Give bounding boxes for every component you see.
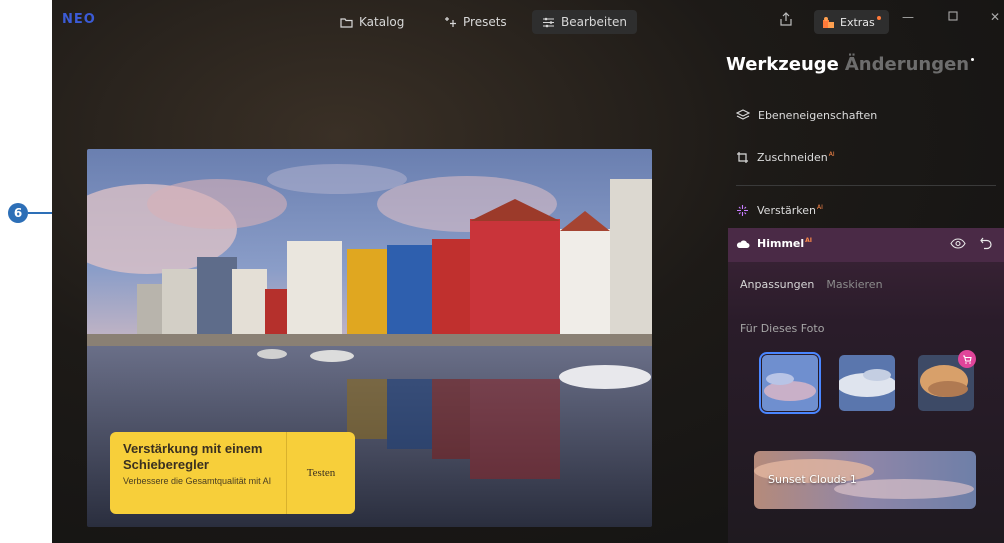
reset-icon[interactable] <box>980 237 992 250</box>
sky-label: Himmel <box>757 237 805 250</box>
promo-description: Verbessere die Gesamtqualität mit AI <box>123 476 272 486</box>
sky-section: HimmelAI Anpassungen Maskieren Für Diese… <box>728 228 1004 543</box>
nav-edit[interactable]: Bearbeiten <box>532 10 637 34</box>
ai-badge: AI <box>817 203 823 211</box>
nav-catalog[interactable]: Katalog <box>330 10 414 34</box>
tab-changes[interactable]: Änderungen <box>845 54 969 75</box>
tab-masking[interactable]: Maskieren <box>826 278 882 291</box>
cloud-icon <box>736 240 750 248</box>
tool-crop-label: Zuschneiden <box>757 150 828 164</box>
nav-catalog-label: Katalog <box>359 15 405 29</box>
layers-icon <box>736 108 750 120</box>
sky-tabs: Anpassungen Maskieren <box>740 278 883 291</box>
extras-label: Extras <box>840 15 875 29</box>
cart-icon <box>963 354 972 364</box>
promo-card: Verstärkung mit einem Schieberegler Verb… <box>110 432 355 514</box>
ai-badge: AI <box>805 237 813 244</box>
tool-crop[interactable]: ZuschneidenAI <box>736 147 835 167</box>
sky-header[interactable]: HimmelAI <box>728 228 1004 262</box>
tab-tools[interactable]: Werkzeuge <box>726 54 839 75</box>
ai-badge: AI <box>828 150 835 158</box>
app-window: NEO Katalog Presets Bearbeiten Extras — … <box>52 0 1004 543</box>
tab-adjustments[interactable]: Anpassungen <box>740 278 814 291</box>
close-icon[interactable]: ✕ <box>990 10 1000 24</box>
eye-icon[interactable] <box>950 238 966 249</box>
share-icon[interactable] <box>780 12 792 29</box>
nav-presets[interactable]: Presets <box>434 10 517 34</box>
tools-panel: Werkzeuge Änderungen Ebeneneigenschaften … <box>726 44 1004 543</box>
puzzle-icon <box>823 16 834 28</box>
crop-icon <box>737 151 748 163</box>
sparkle-icon <box>445 17 456 27</box>
promo-title: Verstärkung mit einem Schieberegler <box>123 441 263 472</box>
nav-presets-label[interactable]: Presets <box>463 15 507 29</box>
sky-preset-label: Sunset Clouds 1 <box>768 473 857 486</box>
maximize-icon[interactable] <box>948 10 958 24</box>
minimize-icon[interactable]: — <box>902 10 914 24</box>
nav-edit-label: Bearbeiten <box>561 15 627 29</box>
extras-button[interactable]: Extras <box>814 10 889 34</box>
shop-badge <box>958 350 976 368</box>
callout-number-text: 6 <box>13 206 23 220</box>
tool-enhance[interactable]: VerstärkenAI <box>736 200 823 220</box>
promo-test-label: Testen <box>306 467 336 479</box>
notification-dot <box>876 16 881 20</box>
tool-layer-properties-label: Ebeneneigenschaften <box>758 108 878 122</box>
promo-test-button[interactable]: Testen <box>286 432 355 514</box>
tool-layer-properties[interactable]: Ebeneneigenschaften <box>736 105 877 125</box>
top-bar: NEO Katalog Presets Bearbeiten Extras — … <box>52 0 1004 44</box>
app-logo: NEO <box>62 12 96 27</box>
divider <box>736 185 996 186</box>
sky-preset-card[interactable]: Sunset Clouds 1 <box>754 451 976 509</box>
for-this-photo-label: Für Dieses Foto <box>740 322 825 335</box>
sky-thumbnail[interactable] <box>839 355 895 411</box>
callout-number: 6 <box>8 203 28 223</box>
changes-dot <box>971 58 975 61</box>
folder-icon <box>340 17 353 28</box>
panel-title: Werkzeuge Änderungen <box>726 54 975 75</box>
sparkle-icon <box>737 204 748 216</box>
sky-thumbnail[interactable] <box>759 352 821 414</box>
tool-enhance-label: Verstärken <box>757 203 816 217</box>
sliders-icon <box>543 17 554 27</box>
